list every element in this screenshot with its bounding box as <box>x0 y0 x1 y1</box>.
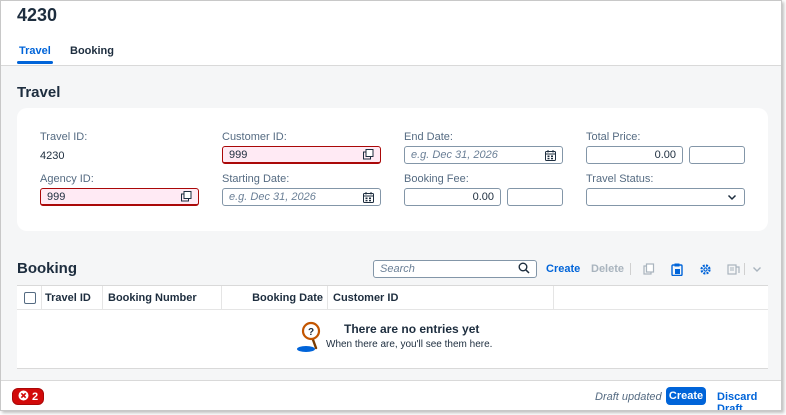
message-popover-button[interactable]: 2 <box>12 388 44 405</box>
booking-create-button[interactable]: Create <box>546 263 580 275</box>
end-date-placeholder: e.g. Dec 31, 2026 <box>411 149 498 161</box>
travel-id-value: 4230 <box>40 150 65 162</box>
chevron-down-icon[interactable] <box>750 262 764 276</box>
error-count: 2 <box>31 390 39 403</box>
travel-status-select[interactable] <box>586 188 745 206</box>
booking-fee-field[interactable]: 0.00 <box>404 188 501 206</box>
starting-date-label: Starting Date: <box>222 173 290 185</box>
column-header-booking-date[interactable]: Booking Date <box>221 286 323 310</box>
column-separator <box>553 286 554 310</box>
svg-text:?: ? <box>308 327 314 338</box>
footer-toolbar: 2 Draft updated Create Discard Draft <box>1 380 781 410</box>
total-price-field[interactable]: 0.00 <box>586 146 683 164</box>
booking-fee-currency-field[interactable] <box>507 188 563 206</box>
error-icon <box>18 390 29 404</box>
booking-section-title: Booking <box>17 260 77 277</box>
object-page-header: 4230 Travel Booking <box>1 1 781 66</box>
column-header-booking-number[interactable]: Booking Number <box>108 286 197 310</box>
empty-state-subtitle: When there are, you'll see them here. <box>326 339 493 350</box>
customer-id-value: 999 <box>229 148 248 161</box>
chevron-down-icon[interactable] <box>726 191 738 203</box>
table-header-row: Travel ID Booking Number Booking Date Cu… <box>17 286 768 310</box>
discard-draft-button[interactable]: Discard Draft <box>717 391 781 410</box>
travel-form-card <box>17 108 768 231</box>
select-all-checkbox[interactable] <box>24 292 36 304</box>
total-price-label: Total Price: <box>586 131 641 143</box>
travel-id-label: Travel ID: <box>40 131 88 143</box>
end-date-field[interactable]: e.g. Dec 31, 2026 <box>404 146 563 164</box>
toolbar-separator <box>630 263 631 275</box>
search-icon[interactable] <box>518 262 530 277</box>
create-button[interactable]: Create <box>666 387 706 405</box>
agency-id-field[interactable]: 999 <box>40 188 199 206</box>
total-price-currency-field[interactable] <box>689 146 745 164</box>
calendar-icon[interactable] <box>362 191 374 203</box>
app-window: 4230 Travel Booking Travel Travel ID: 42… <box>0 0 782 411</box>
value-help-icon[interactable] <box>180 191 192 203</box>
export-icon[interactable] <box>726 262 740 276</box>
value-help-icon[interactable] <box>362 149 374 161</box>
starting-date-placeholder: e.g. Dec 31, 2026 <box>229 191 316 203</box>
draft-status: Draft updated <box>595 391 662 403</box>
booking-delete-button[interactable]: Delete <box>591 263 624 275</box>
customer-id-field[interactable]: 999 <box>222 146 381 164</box>
paste-icon[interactable] <box>670 262 684 276</box>
copy-icon[interactable] <box>642 262 656 276</box>
customer-id-label: Customer ID: <box>222 131 287 143</box>
agency-id-label: Agency ID: <box>40 173 94 185</box>
calendar-icon[interactable] <box>544 149 556 161</box>
agency-id-value: 999 <box>47 190 66 203</box>
column-separator <box>102 286 103 310</box>
column-header-travel-id[interactable]: Travel ID <box>45 286 91 310</box>
empty-state-title: There are no entries yet <box>344 322 480 336</box>
search-placeholder: Search <box>380 263 415 275</box>
column-header-customer-id[interactable]: Customer ID <box>333 286 398 310</box>
column-separator <box>327 286 328 310</box>
booking-search-input[interactable]: Search <box>373 260 537 278</box>
active-tab-indicator <box>17 61 53 64</box>
travel-section-title: Travel <box>17 84 61 101</box>
booking-fee-label: Booking Fee: <box>404 173 469 185</box>
column-separator <box>41 286 42 310</box>
end-date-label: End Date: <box>404 131 453 143</box>
tab-booking[interactable]: Booking <box>70 45 114 57</box>
tab-travel[interactable]: Travel <box>19 45 51 57</box>
starting-date-field[interactable]: e.g. Dec 31, 2026 <box>222 188 381 206</box>
settings-icon[interactable] <box>698 262 712 276</box>
page-title: 4230 <box>17 5 58 25</box>
travel-status-label: Travel Status: <box>586 173 654 185</box>
empty-state-illustration: ? <box>294 321 324 353</box>
toolbar-separator <box>744 263 745 275</box>
